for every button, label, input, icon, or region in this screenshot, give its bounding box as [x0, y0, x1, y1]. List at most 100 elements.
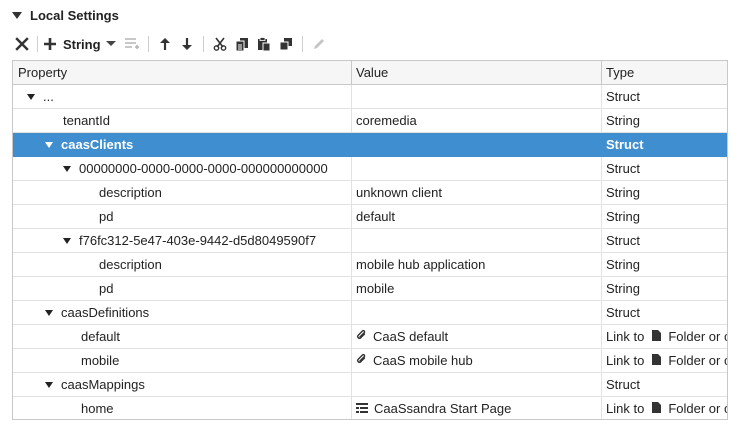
edit-button[interactable]	[308, 33, 330, 55]
value-cell[interactable]	[352, 157, 602, 180]
move-up-button[interactable]	[154, 33, 176, 55]
column-header-value[interactable]: Value	[352, 61, 602, 84]
property-cell: caasClients	[13, 133, 352, 156]
table-row[interactable]: mobile CaaS mobile hub Link to Folder or …	[13, 349, 728, 373]
property-cell: caasDefinitions	[13, 301, 352, 324]
paperclip-icon	[356, 325, 367, 348]
table-row[interactable]: tenantId coremedia String	[13, 109, 727, 133]
collapse-arrow-icon[interactable]	[12, 11, 22, 19]
link-target-name[interactable]: CaaS default	[373, 329, 448, 344]
toolbar-separator	[202, 36, 204, 52]
table-row[interactable]: description mobile hub application Strin…	[13, 253, 727, 277]
property-name: home	[81, 401, 114, 416]
value-cell[interactable]	[352, 85, 602, 108]
expand-arrow-icon[interactable]	[63, 165, 71, 172]
value-cell[interactable]	[352, 133, 602, 156]
value-cell[interactable]: mobile	[352, 277, 602, 300]
property-name: mobile	[81, 353, 120, 368]
table-row[interactable]: description unknown client String	[13, 181, 727, 205]
copy-icon	[235, 38, 248, 51]
add-property-button[interactable]: String	[43, 33, 101, 55]
toolbar: String	[12, 32, 330, 56]
expand-arrow-icon[interactable]	[27, 93, 35, 100]
property-cell: description	[13, 181, 352, 204]
property-name: caasClients	[61, 137, 134, 152]
property-name: ...	[43, 89, 54, 104]
property-cell: 00000000-0000-0000-0000-000000000000	[13, 157, 352, 180]
toolbar-separator	[147, 36, 149, 52]
settings-grid: Property Value Type ... Struct tenantId …	[12, 60, 728, 420]
expand-arrow-icon[interactable]	[45, 309, 53, 316]
add-child-button[interactable]	[121, 33, 143, 55]
column-header-property[interactable]: Property	[13, 61, 352, 84]
type-cell: Struct	[606, 137, 644, 152]
value-cell[interactable]: default	[352, 205, 602, 228]
delete-button[interactable]	[12, 33, 32, 55]
type-name: Link to	[606, 401, 645, 416]
link-target-name[interactable]: CaaS mobile hub	[373, 353, 473, 368]
expand-arrow-icon[interactable]	[45, 381, 53, 388]
type-cell: Struct	[606, 233, 640, 248]
table-row[interactable]: caasDefinitions Struct	[13, 301, 727, 325]
move-down-button[interactable]	[176, 33, 198, 55]
property-name: caasMappings	[61, 377, 145, 392]
document-icon	[652, 349, 662, 372]
paste-button[interactable]	[253, 33, 275, 55]
table-row-selected[interactable]: caasClients Struct	[13, 133, 727, 157]
property-name: description	[99, 185, 162, 200]
type-cell: Link to Folder or c	[602, 325, 727, 348]
table-row[interactable]: caasMappings Struct	[13, 373, 727, 397]
expand-arrow-icon[interactable]	[45, 141, 53, 148]
type-cell: Struct	[606, 89, 640, 104]
link-type-target: Folder or c	[668, 353, 728, 368]
link-target-name[interactable]: CaaSsandra Start Page	[374, 401, 511, 416]
property-cell: pd	[13, 277, 352, 300]
value-cell[interactable]: CaaS default	[352, 325, 602, 348]
toolbar-separator	[37, 36, 38, 52]
property-name: 00000000-0000-0000-0000-000000000000	[79, 161, 328, 176]
type-cell: Struct	[606, 377, 640, 392]
value-cell[interactable]	[352, 229, 602, 252]
plus-icon	[44, 38, 56, 50]
scissors-icon	[213, 37, 226, 51]
value-cell[interactable]: coremedia	[352, 109, 602, 132]
panel-header[interactable]: Local Settings	[0, 0, 742, 30]
cut-button[interactable]	[209, 33, 231, 55]
panel-title: Local Settings	[30, 7, 119, 23]
property-name: description	[99, 257, 162, 272]
property-cell: home	[13, 397, 352, 419]
list-add-icon	[124, 38, 139, 49]
table-row[interactable]: default CaaS default Link to Folder or c	[13, 325, 727, 349]
type-cell: String	[606, 209, 640, 224]
column-header-type[interactable]: Type	[602, 61, 727, 84]
table-row[interactable]: pd default String	[13, 205, 727, 229]
link-type-target: Folder or c	[668, 401, 728, 416]
type-cell: Struct	[606, 305, 640, 320]
value-cell[interactable]: unknown client	[352, 181, 602, 204]
paperclip-icon	[356, 349, 367, 372]
copy-button[interactable]	[231, 33, 253, 55]
table-row[interactable]: home CaaSsandra Start Page Link to Folder…	[13, 397, 728, 419]
type-cell: Link to Folder or c	[602, 349, 728, 372]
value-cell[interactable]: mobile hub application	[352, 253, 602, 276]
value-cell[interactable]	[352, 373, 602, 396]
property-cell: default	[13, 325, 352, 348]
value-cell[interactable]	[352, 301, 602, 324]
table-row[interactable]: pd mobile String	[13, 277, 727, 301]
type-cell: String	[606, 113, 640, 128]
paste-icon	[257, 37, 271, 51]
property-cell: mobile	[13, 349, 352, 372]
type-cell: String	[606, 257, 640, 272]
duplicate-button[interactable]	[275, 33, 297, 55]
type-name: Link to	[606, 329, 645, 344]
value-cell[interactable]: CaaSsandra Start Page	[352, 397, 602, 419]
expand-arrow-icon[interactable]	[63, 237, 71, 244]
table-row[interactable]: f76fc312-5e47-403e-9442-d5d8049590f7 Str…	[13, 229, 727, 253]
type-cell: String	[606, 281, 640, 296]
value-cell[interactable]: CaaS mobile hub	[352, 349, 602, 372]
table-row[interactable]: ... Struct	[13, 85, 727, 109]
toolbar-separator	[301, 36, 303, 52]
type-cell: Struct	[606, 161, 640, 176]
table-row[interactable]: 00000000-0000-0000-0000-000000000000 Str…	[13, 157, 727, 181]
type-dropdown-button[interactable]	[101, 33, 121, 55]
